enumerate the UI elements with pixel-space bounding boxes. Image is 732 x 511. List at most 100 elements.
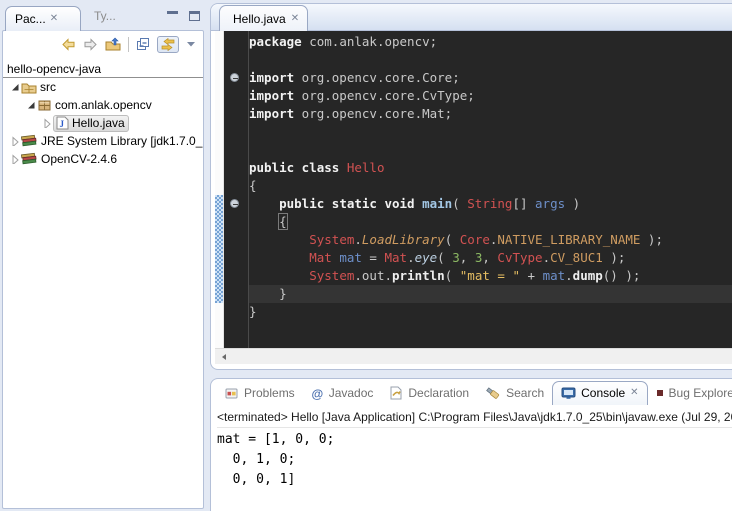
tab-package-explorer[interactable]: Pac... ✕ — [5, 6, 81, 31]
tree-item-hello-java[interactable]: J Hello.java — [3, 114, 203, 132]
code-token: Core — [460, 232, 490, 247]
code-line: { — [249, 177, 732, 195]
code-token: "mat = " — [460, 268, 520, 283]
tab-console[interactable]: Console✕ — [552, 381, 647, 405]
back-button[interactable] — [61, 38, 76, 51]
search-icon — [485, 386, 501, 400]
javadoc-icon: @ — [311, 387, 324, 400]
tree-item-opencv-2-4-6[interactable]: OpenCV-2.4.6 — [3, 150, 203, 168]
horizontal-scrollbar[interactable] — [215, 348, 732, 364]
selected-item-highlight: J Hello.java — [53, 115, 129, 132]
code-token: ); — [640, 232, 663, 247]
maximize-icon[interactable] — [189, 11, 200, 21]
code-token: LoadLibrary — [362, 232, 445, 247]
folding-gutter[interactable] — [224, 31, 248, 348]
view-minmax-controls — [167, 11, 200, 21]
link-with-editor-button[interactable] — [157, 36, 179, 53]
collapse-arrow-icon[interactable] — [25, 100, 37, 110]
package-explorer-toolbar — [3, 31, 203, 57]
editor-tabbar: Hello.java ✕ — [211, 4, 732, 31]
close-icon[interactable]: ✕ — [50, 14, 58, 24]
code-line-current: } — [249, 285, 732, 303]
package-icon — [37, 99, 52, 112]
eclipse-workbench: { "colors": { "window_bg": "#e3e9f4", "e… — [0, 0, 732, 511]
tree-item-label: com.anlak.opencv — [55, 98, 152, 112]
code-token: ( — [437, 250, 452, 265]
code-token: { — [279, 214, 287, 229]
code-token: public class — [249, 160, 347, 175]
code-token: () ); — [603, 268, 641, 283]
forward-icon — [83, 38, 98, 51]
code-token: ) — [565, 196, 580, 211]
fold-collapse-icon[interactable] — [230, 199, 239, 208]
svg-text:@: @ — [311, 387, 323, 400]
code-token: , — [460, 250, 475, 265]
code-token: 3 — [452, 250, 460, 265]
tab-declaration[interactable]: Declaration — [381, 382, 477, 405]
collapse-all-button[interactable] — [136, 37, 150, 51]
console-output-line: 0, 1, 0; — [217, 450, 732, 470]
code-line: import org.opencv.core.Mat; — [249, 105, 732, 123]
view-menu-button[interactable] — [186, 40, 196, 48]
expand-arrow-icon[interactable] — [9, 136, 21, 146]
code-line — [249, 51, 732, 69]
tab-bug-explorer[interactable]: Bug Explorer — [648, 382, 732, 405]
up-button[interactable] — [105, 37, 121, 51]
code-line: { — [249, 213, 732, 231]
tree-item-label: Hello.java — [72, 116, 125, 130]
scroll-left-arrow-icon[interactable] — [220, 353, 228, 361]
code-token: package — [249, 34, 302, 49]
code-token: Hello — [347, 160, 385, 175]
expand-arrow-icon[interactable] — [41, 118, 53, 128]
project-tree[interactable]: hello-opencv-java src com.anlak.opencv J Hel… — [3, 57, 203, 168]
tree-item-jre-system-library-jdk1-7-0-25[interactable]: JRE System Library [jdk1.7.0_25] — [3, 132, 203, 150]
tab-type-hierarchy[interactable]: Ty... — [90, 9, 116, 23]
code-token: , — [482, 250, 497, 265]
minimize-icon[interactable] — [167, 11, 178, 21]
console-output: mat = [1, 0, 0; 0, 1, 0; 0, 0, 1] — [217, 430, 732, 490]
console-panel: Problems @ Javadoc DeclarationSearchConsole… — [210, 378, 732, 511]
editor-panel: Hello.java ✕ package com.anlak.opencv; im… — [210, 3, 732, 370]
method-range-indicator — [215, 195, 223, 303]
tab-label: Javadoc — [329, 386, 374, 400]
code-token — [249, 214, 279, 229]
code-line — [249, 123, 732, 141]
declaration-icon — [389, 386, 403, 400]
tab-hello-java[interactable]: Hello.java ✕ — [219, 5, 308, 31]
close-icon[interactable]: ✕ — [630, 388, 638, 398]
code-token: . — [384, 268, 392, 283]
code-token: mat — [543, 268, 566, 283]
code-token: org.opencv.core.Core; — [294, 70, 460, 85]
tree-item-label: src — [40, 80, 56, 94]
code-token — [249, 250, 309, 265]
code-token — [249, 232, 309, 247]
tab-search[interactable]: Search — [477, 382, 552, 405]
fold-collapse-icon[interactable] — [230, 73, 239, 82]
tab-javadoc[interactable]: @ Javadoc — [303, 382, 382, 405]
expand-arrow-icon[interactable] — [9, 154, 21, 164]
editor-tab-label: Hello.java — [233, 12, 286, 26]
tree-item-label: hello-opencv-java — [7, 62, 101, 76]
console-icon — [561, 387, 576, 400]
tree-item-com-anlak-opencv[interactable]: com.anlak.opencv — [3, 96, 203, 114]
tab-problems[interactable]: Problems — [217, 382, 303, 405]
code-token: NATIVE_LIBRARY_NAME — [497, 232, 640, 247]
collapse-arrow-icon[interactable] — [9, 82, 21, 92]
svg-text:J: J — [60, 119, 65, 129]
code-line: System.LoadLibrary( Core.NATIVE_LIBRARY_… — [249, 231, 732, 249]
code-token: CV_8UC1 — [550, 250, 603, 265]
annotation-ruler[interactable] — [215, 31, 224, 348]
code-token: + — [520, 268, 543, 283]
code-token — [249, 268, 309, 283]
code-token: . — [354, 268, 362, 283]
close-icon[interactable]: ✕ — [291, 14, 299, 24]
code-token: ( — [445, 268, 460, 283]
bug-icon — [656, 389, 664, 397]
tree-item-hello-opencv-java[interactable]: hello-opencv-java — [3, 60, 203, 78]
tree-item-src[interactable]: src — [3, 78, 203, 96]
code-editor[interactable]: package com.anlak.opencv; import org.open… — [249, 31, 732, 348]
forward-button[interactable] — [83, 38, 98, 51]
library-icon — [21, 134, 38, 148]
code-line: package com.anlak.opencv; — [249, 33, 732, 51]
editor-content: package com.anlak.opencv; import org.open… — [211, 31, 732, 348]
